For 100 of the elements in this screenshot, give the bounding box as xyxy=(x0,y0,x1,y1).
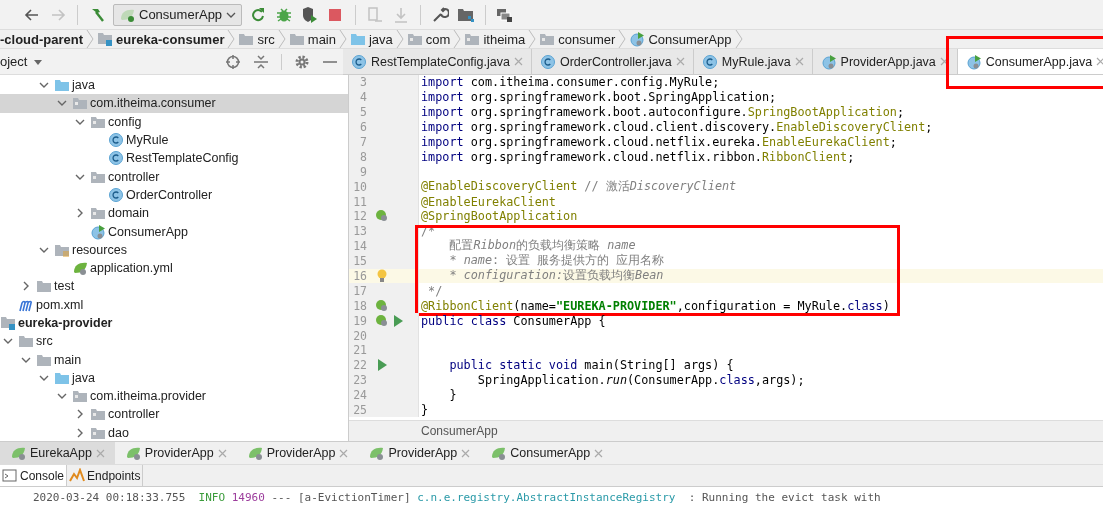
tree-item[interactable]: dao xyxy=(0,423,348,441)
tree-item[interactable]: ConsumerApp xyxy=(0,222,348,241)
class-run-icon xyxy=(90,223,106,240)
run-icon[interactable] xyxy=(375,357,389,374)
crosshair-icon[interactable] xyxy=(225,53,241,70)
module-icon xyxy=(0,315,16,331)
breadcrumb-item[interactable]: main xyxy=(288,31,336,47)
tree-item[interactable]: OrderController xyxy=(0,185,348,205)
editor-tab[interactable]: MyRule.java xyxy=(693,49,813,74)
tree-item[interactable]: application.yml xyxy=(0,258,348,278)
tree-item[interactable]: java xyxy=(0,368,348,388)
code-line: @RibbonClient(name="EUREKA-PROVIDER",configuration = MyRule.class) xyxy=(420,298,890,313)
breadcrumb-item[interactable]: java xyxy=(350,31,393,47)
chevron-separator-icon xyxy=(528,30,537,48)
code-line: } xyxy=(448,388,457,403)
settings-icon[interactable] xyxy=(294,53,310,70)
line-number: 4 xyxy=(359,90,367,105)
editor-tab[interactable]: RestTemplateConfig.java xyxy=(343,49,532,74)
line-number: 7 xyxy=(359,135,367,149)
folder-icon xyxy=(90,406,106,423)
tree-item[interactable]: config xyxy=(0,112,348,131)
console-tab[interactable]: Endpoints xyxy=(67,465,144,486)
line-number: 17 xyxy=(352,283,367,298)
bug-icon[interactable] xyxy=(275,5,294,24)
tree-item[interactable]: RestTemplateConfig xyxy=(0,149,348,168)
line-number: 18 xyxy=(352,298,367,313)
breadcrumb-item[interactable]: itheima xyxy=(464,31,526,47)
breadcrumb-item[interactable]: src xyxy=(238,31,275,47)
run-configuration-dropdown[interactable]: ConsumerApp xyxy=(113,3,243,26)
breadcrumb-item[interactable]: com xyxy=(406,31,451,47)
breadcrumb-item[interactable]: ConsumerApp xyxy=(629,31,732,47)
class-icon xyxy=(701,53,718,70)
chevron-separator-icon xyxy=(734,30,743,48)
close-icon[interactable] xyxy=(594,448,604,458)
breadcrumb-item[interactable]: -cloud-parent xyxy=(0,31,84,47)
class-icon xyxy=(108,132,124,149)
run-icon[interactable] xyxy=(391,312,405,329)
code-line: import org.springframework.cloud.netflix.ribbon.RibbonClient; xyxy=(420,149,855,164)
class-run-icon xyxy=(820,53,837,70)
line-number: 14 xyxy=(352,239,367,254)
code-line: import org.springframework.boot.SpringApplication; xyxy=(420,90,777,105)
line-number: 22 xyxy=(352,358,367,373)
tree-item[interactable]: resources xyxy=(0,240,348,259)
tree-item[interactable]: controller xyxy=(0,167,348,186)
editor-tab[interactable]: ConsumerApp.java xyxy=(957,49,1103,74)
code-line: * name: 设置 服务提供方的 应用名称 xyxy=(448,253,665,269)
editor-breadcrumb[interactable]: ConsumerApp xyxy=(421,424,498,438)
code-line: @SpringBootApplication xyxy=(420,209,578,224)
tree-item[interactable]: main xyxy=(0,350,348,369)
close-icon[interactable] xyxy=(339,448,349,458)
run-tab[interactable]: ConsumerApp xyxy=(480,442,614,464)
editor-tab[interactable]: ProviderApp.java xyxy=(812,49,958,74)
tree-item[interactable]: eureka-provider xyxy=(0,313,348,333)
tree-item[interactable]: com.itheima.consumer xyxy=(0,94,348,113)
chevron-separator-icon xyxy=(395,30,404,48)
code-line: import com.itheima.consumer.config.MyRule; xyxy=(420,75,720,90)
log-line: 2020-03-24 00:18:33.755 INFO 14960 --- [a-EvictionTimer] c.n.e.registry.AbstractInstanceRegistry : Running the evict task with xyxy=(33,491,882,504)
chevron-separator-icon xyxy=(339,30,347,48)
line-number: 8 xyxy=(359,149,367,164)
wrench-icon[interactable] xyxy=(431,5,450,24)
class-run-icon xyxy=(965,53,982,70)
console-tab[interactable]: Console xyxy=(0,465,68,486)
folder-icon xyxy=(90,205,106,222)
code-line: } xyxy=(420,403,429,418)
code-line: import org.springframework.boot.autoconfigure.SpringBootApplication; xyxy=(420,105,904,120)
tree-item[interactable]: src xyxy=(0,332,348,351)
tree-item[interactable]: com.itheima.provider xyxy=(0,387,348,406)
run-tab[interactable]: EurekaApp xyxy=(0,442,115,464)
tree-item[interactable]: domain xyxy=(0,204,348,223)
close-icon[interactable] xyxy=(1096,57,1103,66)
app-icon xyxy=(490,445,507,461)
chevron-separator-icon xyxy=(86,30,95,48)
breadcrumb-item[interactable]: consumer xyxy=(539,31,616,47)
run-tab[interactable]: ProviderApp xyxy=(236,442,359,464)
close-icon[interactable] xyxy=(939,57,949,66)
run-tab[interactable]: ProviderApp xyxy=(358,442,481,464)
code-line: public static void main(String[] args) { xyxy=(448,358,734,373)
line-number: 21 xyxy=(352,343,367,358)
line-number: 23 xyxy=(352,373,367,388)
class-icon xyxy=(108,186,124,203)
line-number: 6 xyxy=(359,120,367,135)
code-line: @EnableEurekaClient xyxy=(420,194,556,209)
close-icon[interactable] xyxy=(461,448,471,458)
code-line: SpringApplication.run(ConsumerApp.class,args); xyxy=(476,373,805,388)
tree-item[interactable]: pom.xml xyxy=(0,295,348,314)
collapse-icon[interactable] xyxy=(253,53,269,70)
breadcrumb-item[interactable]: eureka-consumer xyxy=(97,31,225,47)
line-number: 3 xyxy=(359,75,367,90)
line-number: 24 xyxy=(352,388,367,403)
run-tab[interactable]: ProviderApp xyxy=(114,442,237,464)
code-line: import org.springframework.cloud.netflix.eureka.EnableEurekaClient; xyxy=(420,135,897,149)
app-icon xyxy=(124,445,141,461)
tree-item[interactable]: controller xyxy=(0,405,348,424)
code-line: */ xyxy=(427,283,443,298)
tree-item[interactable]: test xyxy=(0,277,348,296)
project-view-dropdown[interactable]: oject xyxy=(0,54,44,69)
tree-item[interactable]: java xyxy=(0,76,348,95)
close-icon[interactable] xyxy=(217,448,227,458)
tree-item[interactable]: MyRule xyxy=(0,130,348,150)
editor-tab[interactable]: OrderController.java xyxy=(531,49,694,74)
